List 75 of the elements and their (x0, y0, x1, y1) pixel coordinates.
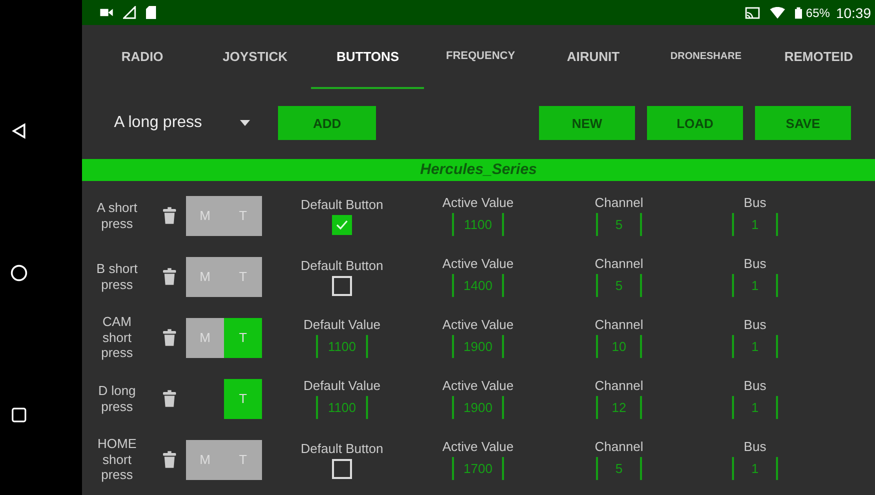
caret-icon (240, 120, 250, 126)
button-name: HOME short press (96, 436, 138, 483)
sd-card-icon (146, 6, 156, 19)
dropdown-value: A long press (114, 114, 202, 132)
profile-title: Hercules_Series (82, 159, 875, 181)
battery-icon (794, 6, 802, 18)
number-picker[interactable]: 1 (732, 457, 778, 480)
field-label: Bus (744, 317, 766, 332)
field-label: Active Value (442, 195, 514, 210)
number-picker[interactable]: 1 (732, 274, 778, 297)
number-picker[interactable]: 5 (596, 274, 642, 297)
field-label: Default Button (300, 258, 384, 272)
tab[interactable]: FREQUENCY (424, 25, 537, 89)
wifi-icon (770, 6, 785, 18)
field-label: Active Value (442, 317, 514, 332)
field-label: Active Value (442, 256, 514, 271)
number-picker[interactable]: 1900 (452, 335, 504, 358)
number-picker[interactable]: 1 (732, 213, 778, 236)
check-icon (336, 220, 348, 230)
field-label: Default Value (303, 378, 381, 393)
tab[interactable]: BUTTONS (311, 25, 424, 89)
button-name: B short press (95, 260, 139, 292)
load-button[interactable]: LOAD (647, 106, 743, 140)
battery-percent: 65% (806, 6, 830, 20)
signal-icon (123, 6, 136, 19)
number-picker[interactable]: 1400 (452, 274, 504, 297)
tab[interactable]: AIRUNIT (536, 25, 650, 89)
save-button[interactable]: SAVE (755, 106, 851, 140)
number-picker[interactable]: 5 (596, 457, 642, 480)
home-icon[interactable] (10, 264, 28, 282)
tab[interactable]: DRONESHARE (650, 25, 762, 89)
dropdown[interactable]: A long press (106, 108, 258, 138)
field-label: Bus (744, 256, 766, 271)
field-label: Active Value (442, 378, 514, 393)
field-label: Channel (594, 195, 644, 210)
number-picker[interactable]: 10 (596, 335, 642, 358)
button-name: CAM short press (100, 314, 134, 361)
field-label: Default Button (300, 196, 384, 212)
number-picker[interactable]: 1 (732, 396, 778, 419)
field-label: Bus (744, 195, 766, 210)
trash-icon[interactable] (162, 390, 176, 407)
number-picker[interactable]: 1700 (452, 457, 504, 480)
number-picker[interactable]: 1100 (452, 213, 504, 236)
field-label: Default Value (303, 317, 381, 332)
trash-icon[interactable] (162, 207, 176, 224)
button-name: A short press (96, 200, 138, 232)
number-picker[interactable]: 1100 (316, 396, 368, 419)
field-label: Channel (594, 378, 644, 393)
trash-icon[interactable] (162, 451, 176, 468)
field-label: Active Value (442, 439, 514, 454)
number-picker[interactable]: 1900 (452, 396, 504, 419)
tab[interactable]: JOYSTICK (198, 25, 312, 89)
new-button[interactable]: NEW (539, 106, 635, 140)
number-picker[interactable]: 12 (596, 396, 642, 419)
number-picker[interactable]: 5 (596, 213, 642, 236)
video-icon (100, 8, 113, 17)
trash-icon[interactable] (162, 329, 176, 346)
trash-icon[interactable] (162, 268, 176, 285)
field-label: Default Button (300, 440, 384, 456)
field-label: Bus (744, 439, 766, 454)
number-picker[interactable]: 1100 (316, 335, 368, 358)
field-label: Channel (594, 256, 644, 271)
add-button[interactable]: ADD (278, 106, 376, 140)
field-label: Channel (594, 317, 644, 332)
cast-icon (744, 6, 760, 18)
clock: 10:39 (836, 4, 871, 20)
field-label: Bus (744, 378, 766, 393)
back-icon[interactable] (10, 122, 28, 140)
recents-icon[interactable] (11, 406, 27, 423)
field-label: Channel (594, 439, 644, 454)
tab[interactable]: REMOTEID (762, 25, 875, 89)
button-name: D long press (97, 382, 137, 414)
number-picker[interactable]: 1 (732, 335, 778, 358)
tab[interactable]: RADIO (86, 25, 199, 89)
checkbox[interactable] (332, 214, 352, 234)
